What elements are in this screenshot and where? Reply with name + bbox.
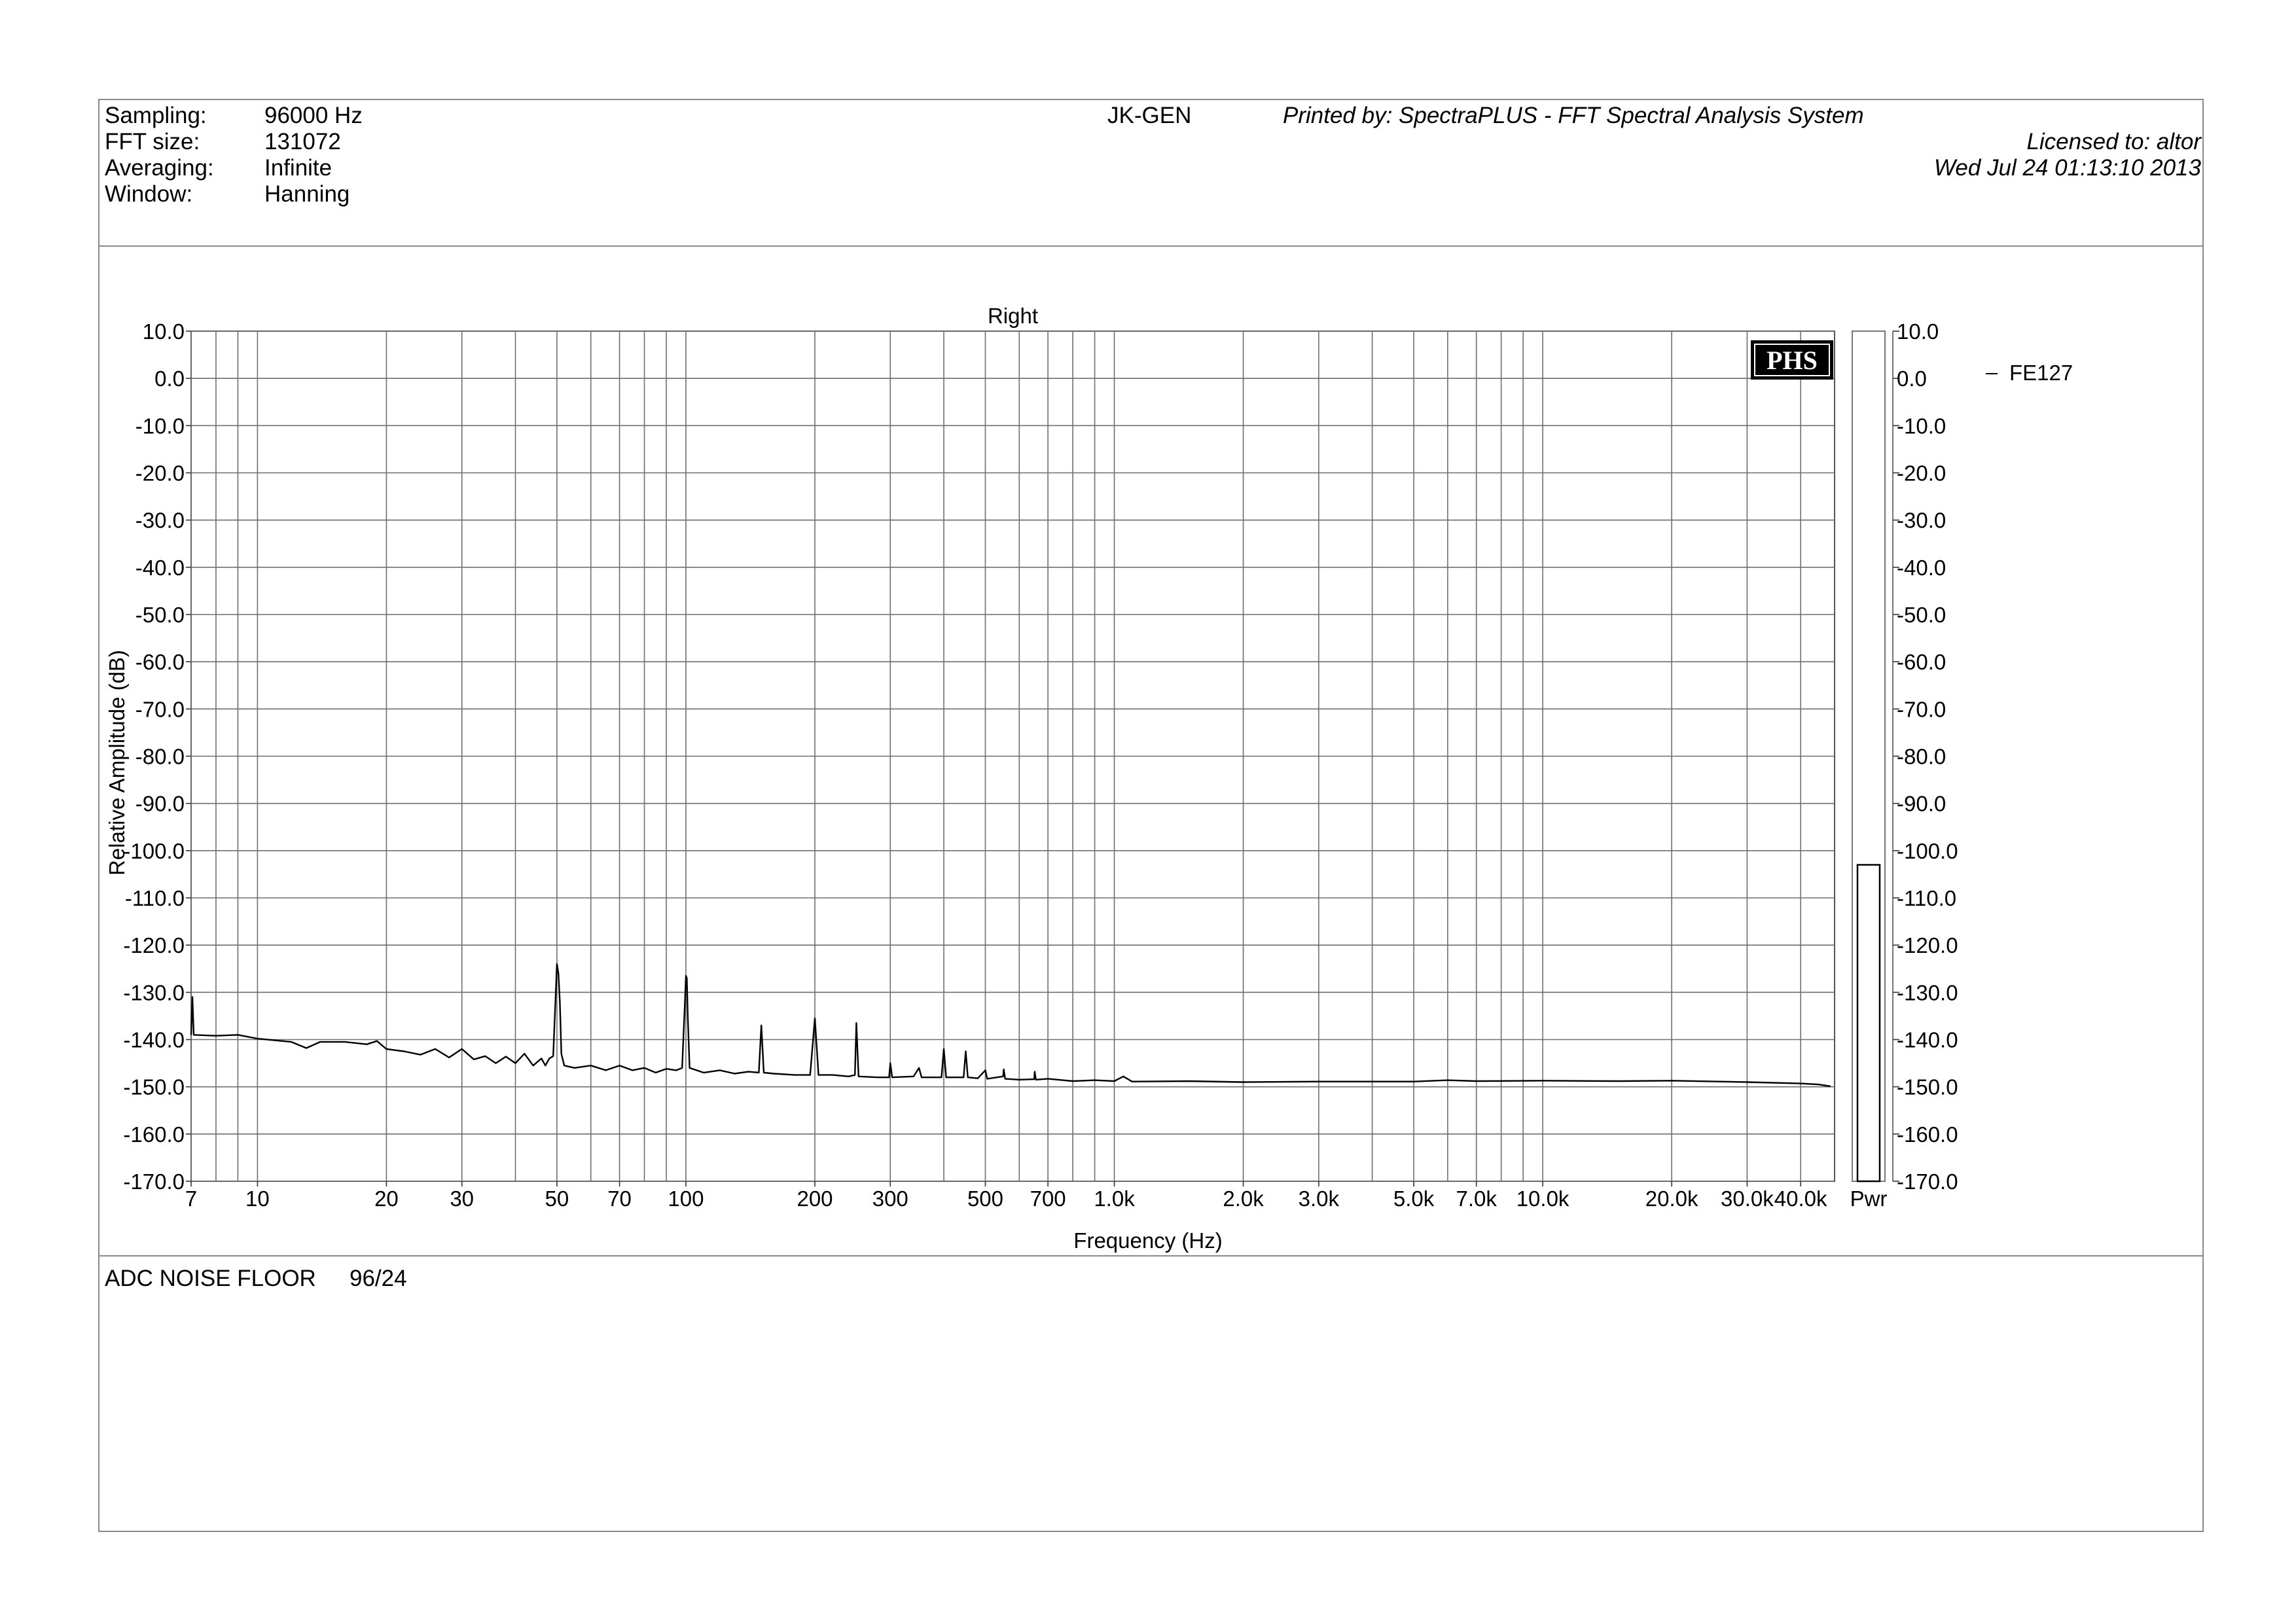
- x-tick-label: 20: [374, 1186, 399, 1211]
- power-scale-label: -140.0: [1897, 1028, 1958, 1052]
- x-tick-label: 7.0k: [1456, 1186, 1498, 1211]
- power-scale-label: -80.0: [1897, 745, 1946, 769]
- power-scale-label: -170.0: [1897, 1169, 1958, 1194]
- power-meter: 10.0 0.0 -10.0 -20.0 -30.0 -40.0 -50.0 -60.0 -70…: [1850, 319, 1958, 1211]
- power-meter-level: [1856, 864, 1881, 1183]
- y-axis-label: Relative Amplitude (dB): [105, 650, 129, 876]
- phs-logo-text: PHS: [1767, 346, 1818, 375]
- x-tick-label: 10.0k: [1516, 1186, 1570, 1211]
- spectrum-chart: 10.0 0.0 -10.0 -20.0 -30.0 -40.0 -50.0 -60.0 -70…: [105, 304, 2073, 1253]
- y-tick-label: -20.0: [135, 461, 185, 486]
- power-scale-label: -10.0: [1897, 414, 1946, 438]
- power-scale-label: 10.0: [1897, 319, 1939, 344]
- power-scale-label: 0.0: [1897, 366, 1927, 391]
- power-scale-label: -150.0: [1897, 1075, 1958, 1099]
- y-tick-label: 10.0: [143, 319, 185, 344]
- power-scale-label: -100.0: [1897, 839, 1958, 863]
- x-tick-label: 700: [1030, 1186, 1066, 1211]
- x-tick-label: 7: [185, 1186, 197, 1211]
- y-tick-label: -50.0: [135, 603, 185, 627]
- x-tick-label: 50: [545, 1186, 569, 1211]
- y-tick-label: -60.0: [135, 650, 185, 674]
- power-scale-label: -110.0: [1897, 886, 1956, 910]
- power-scale-label: -60.0: [1897, 650, 1946, 674]
- y-tick-label: -90.0: [135, 792, 185, 816]
- power-scale-label: -70.0: [1897, 697, 1946, 721]
- y-tick-label: 0.0: [154, 366, 185, 391]
- series-line-fe127: [190, 963, 1831, 1088]
- x-axis-label: Frequency (Hz): [1073, 1228, 1222, 1253]
- y-tick-label: -10.0: [135, 414, 185, 438]
- series-layer: [190, 963, 1831, 1088]
- x-tick-label: 2.0k: [1223, 1186, 1264, 1211]
- y-tick-label: -110.0: [125, 886, 185, 910]
- x-tick-label: 1.0k: [1094, 1186, 1135, 1211]
- legend: FE127: [1986, 361, 2073, 385]
- power-meter-label: Pwr: [1850, 1186, 1888, 1211]
- x-tick-label: 20.0k: [1645, 1186, 1698, 1211]
- chart-title: Right: [988, 304, 1038, 328]
- y-tick-label: -30.0: [135, 508, 185, 533]
- y-tick-label: -40.0: [135, 556, 185, 580]
- power-scale-label: -160.0: [1897, 1122, 1958, 1147]
- x-tick-label: 40.0k: [1774, 1186, 1827, 1211]
- y-tick-label: -140.0: [123, 1028, 185, 1052]
- x-tick-label: 3.0k: [1299, 1186, 1340, 1211]
- x-tick-label: 100: [668, 1186, 704, 1211]
- grid-layer: [190, 330, 1835, 1182]
- y-tick-label: -70.0: [135, 697, 185, 721]
- x-tick-label: 10: [245, 1186, 270, 1211]
- power-scale-label: -20.0: [1897, 461, 1946, 486]
- x-tick-label: 5.0k: [1393, 1186, 1435, 1211]
- x-tick-label: 30.0k: [1721, 1186, 1774, 1211]
- power-scale-label: -90.0: [1897, 792, 1946, 816]
- power-scale-label: -30.0: [1897, 508, 1946, 533]
- y-tick-label: -100.0: [123, 839, 185, 863]
- power-scale-label: -120.0: [1897, 933, 1958, 957]
- legend-entry: FE127: [2009, 361, 2073, 385]
- x-tick-label: 70: [607, 1186, 632, 1211]
- y-tick-label: -80.0: [135, 745, 185, 769]
- power-scale-label: -40.0: [1897, 556, 1946, 580]
- y-tick-label: -160.0: [123, 1122, 185, 1147]
- x-tick-label: 30: [450, 1186, 474, 1211]
- y-tick-label: -150.0: [123, 1075, 185, 1099]
- power-scale-label: -50.0: [1897, 603, 1946, 627]
- x-tick-label: 500: [967, 1186, 1003, 1211]
- y-tick-label: -170.0: [123, 1169, 185, 1194]
- y-tick-label: -130.0: [123, 980, 185, 1005]
- power-scale-label: -130.0: [1897, 980, 1958, 1005]
- axis-layer: 10.0 0.0 -10.0 -20.0 -30.0 -40.0 -50.0 -60.0 -70…: [105, 304, 1827, 1253]
- x-tick-label: 300: [872, 1186, 908, 1211]
- x-tick-label: 200: [797, 1186, 833, 1211]
- y-tick-label: -120.0: [123, 933, 185, 957]
- phs-logo: PHS: [1751, 340, 1833, 380]
